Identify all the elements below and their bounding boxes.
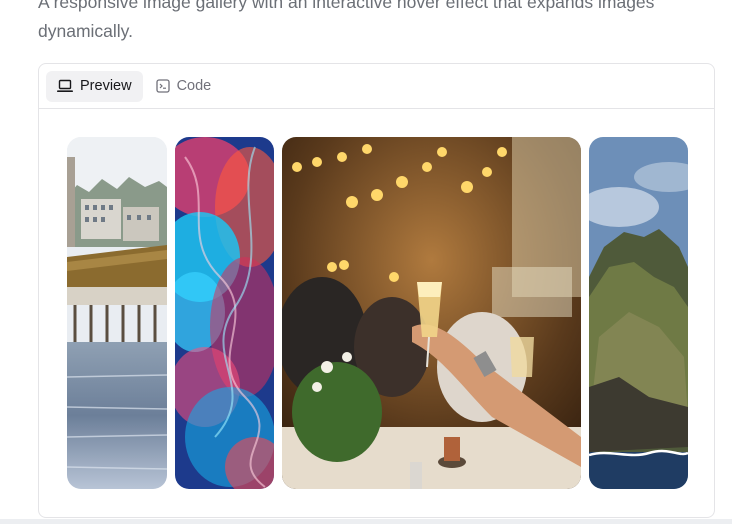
gallery-image-colorful-smoke[interactable] [175,137,274,489]
laptop-icon [57,79,73,93]
tab-preview-label: Preview [80,78,132,94]
tab-code[interactable]: Code [145,71,223,102]
image-gallery [67,137,688,489]
page-bottom-border [0,519,732,524]
gallery-image-coastal-cliff[interactable] [589,137,688,489]
tab-bar: Preview Code [39,64,714,109]
terminal-icon [155,79,170,93]
gallery-image-lucerne-bridge[interactable] [67,137,167,489]
preview-card: Preview Code [38,63,715,518]
tab-preview[interactable]: Preview [46,70,143,102]
component-description: A responsive image gallery with an inter… [38,0,655,41]
tab-code-label: Code [176,78,212,94]
gallery-image-celebration-toast[interactable] [282,137,581,489]
